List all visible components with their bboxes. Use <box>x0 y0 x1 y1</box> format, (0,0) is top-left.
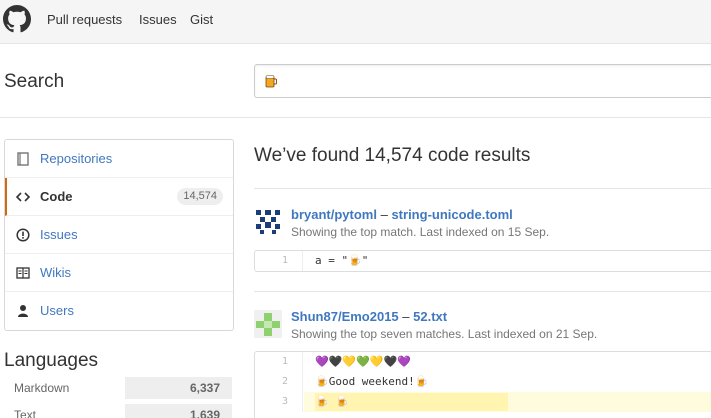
beer-emoji-icon <box>265 75 277 88</box>
menu-item-issues[interactable]: Issues <box>5 216 233 254</box>
issue-icon <box>16 228 30 242</box>
result-title: Shun87/Emo2015 – 52.txt <box>291 309 447 324</box>
result-count-badge: 14,574 <box>177 188 223 205</box>
menu-item-label: Repositories <box>40 151 113 166</box>
nav-pull-requests[interactable]: Pull requests <box>47 12 122 27</box>
results-summary: We’ve found 14,574 code results <box>254 145 531 166</box>
menu-item-label: Wikis <box>40 265 72 280</box>
menu-item-wikis[interactable]: Wikis <box>5 254 233 292</box>
language-count: 1,639 <box>189 408 220 418</box>
code-text: a = "🍺" <box>315 254 369 267</box>
line-number[interactable]: 1 <box>255 352 303 372</box>
separator-dash: – <box>402 309 410 324</box>
code-snippet: 1 💜🖤💛💚💛🖤💜 2 🍺Good weekend!🍺 3 🍺 🍺 <box>254 351 711 418</box>
line-number[interactable]: 3 <box>255 392 303 412</box>
menu-item-code[interactable]: Code 14,574 <box>5 178 233 216</box>
menu-item-repositories[interactable]: Repositories <box>5 140 233 178</box>
github-logo-icon[interactable] <box>3 5 31 33</box>
person-icon <box>18 305 28 317</box>
menu-item-label: Issues <box>40 227 78 242</box>
nav-gist[interactable]: Gist <box>190 12 213 27</box>
language-filter-markdown[interactable]: Markdown 6,337 <box>4 377 234 399</box>
repo-link[interactable]: bryant/pytoml <box>291 207 377 222</box>
result-meta: Showing the top match. Last indexed on 1… <box>291 225 550 239</box>
search-input[interactable] <box>254 64 711 98</box>
code-line: 2 🍺Good weekend!🍺 <box>255 372 711 392</box>
language-name: Text <box>14 408 37 418</box>
line-number[interactable]: 1 <box>255 251 303 271</box>
nav-issues[interactable]: Issues <box>139 12 177 27</box>
code-text: 🍺Good weekend!🍺 <box>315 375 429 388</box>
repo-link[interactable]: Shun87/Emo2015 <box>291 309 399 324</box>
code-text: 💜🖤💛💚💛🖤💜 <box>315 355 411 368</box>
header-divider <box>0 117 711 118</box>
book-icon <box>16 267 30 279</box>
result-title: bryant/pytoml – string-unicode.toml <box>291 207 513 222</box>
code-snippet: 1 a = "🍺" <box>254 250 711 272</box>
top-navigation: Pull requests Issues Gist <box>0 0 711 44</box>
page-title: Search <box>4 71 65 92</box>
menu-item-label: Users <box>40 303 74 318</box>
code-text: 🍺 🍺 <box>315 395 350 408</box>
code-line-highlighted: 3 🍺 🍺 <box>255 392 711 412</box>
language-name: Markdown <box>14 381 70 395</box>
repo-owner-avatar[interactable] <box>254 208 282 236</box>
repo-owner-avatar[interactable] <box>254 310 282 338</box>
results-divider <box>254 291 711 292</box>
results-divider <box>254 188 711 189</box>
menu-item-users[interactable]: Users <box>5 292 233 330</box>
separator-dash: – <box>380 207 388 222</box>
file-link[interactable]: string-unicode.toml <box>391 207 512 222</box>
language-count-bar: 6,337 <box>125 377 232 399</box>
language-count: 6,337 <box>189 381 220 395</box>
code-line: 1 a = "🍺" <box>255 251 711 271</box>
menu-item-label: Code <box>40 189 73 204</box>
repo-icon <box>17 152 29 166</box>
result-meta: Showing the top seven matches. Last inde… <box>291 327 598 341</box>
code-line: 1 💜🖤💛💚💛🖤💜 <box>255 352 711 372</box>
language-count-bar: 1,639 <box>125 404 232 418</box>
language-filter-text[interactable]: Text 1,639 <box>4 404 234 418</box>
line-number[interactable]: 2 <box>255 372 303 392</box>
file-link[interactable]: 52.txt <box>413 309 447 324</box>
languages-heading: Languages <box>4 350 99 371</box>
code-icon <box>16 192 30 202</box>
search-type-menu: Repositories Code 14,574 Issues Wikis Us… <box>4 139 234 331</box>
